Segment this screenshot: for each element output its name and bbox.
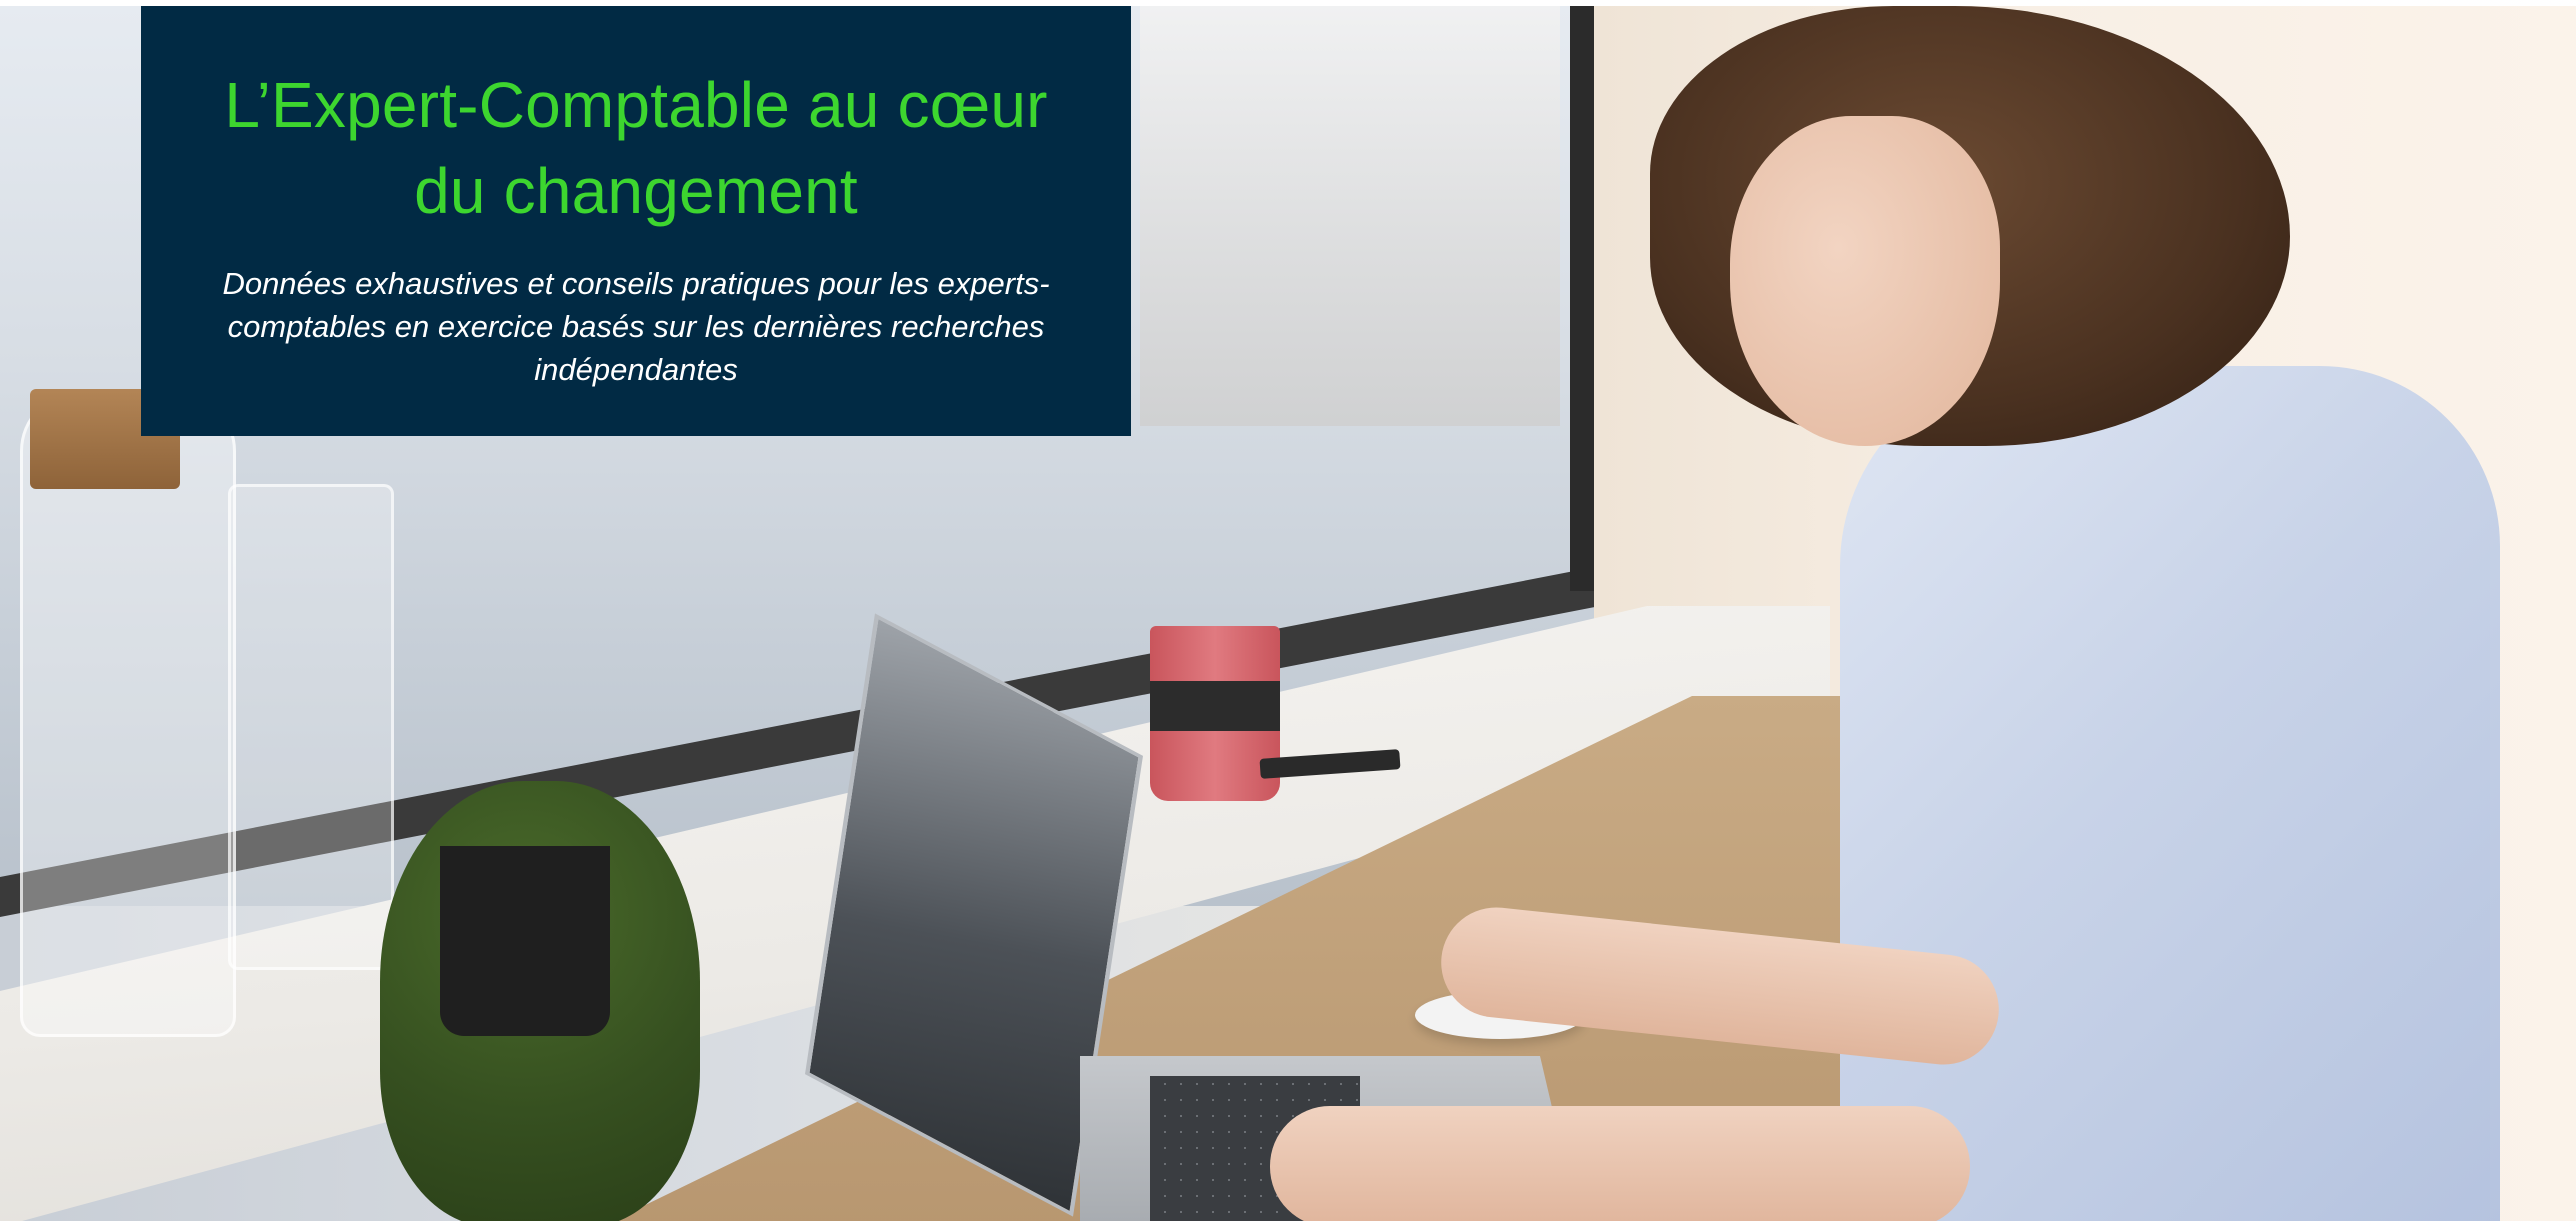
page-subtitle: Données exhaustives et conseils pratique… bbox=[222, 266, 1050, 387]
drinking-glass bbox=[228, 484, 394, 970]
hero-text-panel: L’Expert-Comptable au cœur du changement… bbox=[141, 6, 1131, 436]
page-title: L’Expert-Comptable au cœur du changement bbox=[224, 69, 1048, 227]
street-building bbox=[1140, 6, 1560, 426]
window-frame-right bbox=[1570, 6, 1594, 591]
hero-photo: L’Expert-Comptable au cœur du changement… bbox=[0, 6, 2576, 1221]
person-face bbox=[1730, 116, 2000, 446]
plant-pot bbox=[440, 846, 610, 1036]
person-shirt bbox=[1840, 366, 2500, 1221]
person-forearm bbox=[1270, 1106, 1970, 1221]
cup-band bbox=[1150, 681, 1280, 731]
